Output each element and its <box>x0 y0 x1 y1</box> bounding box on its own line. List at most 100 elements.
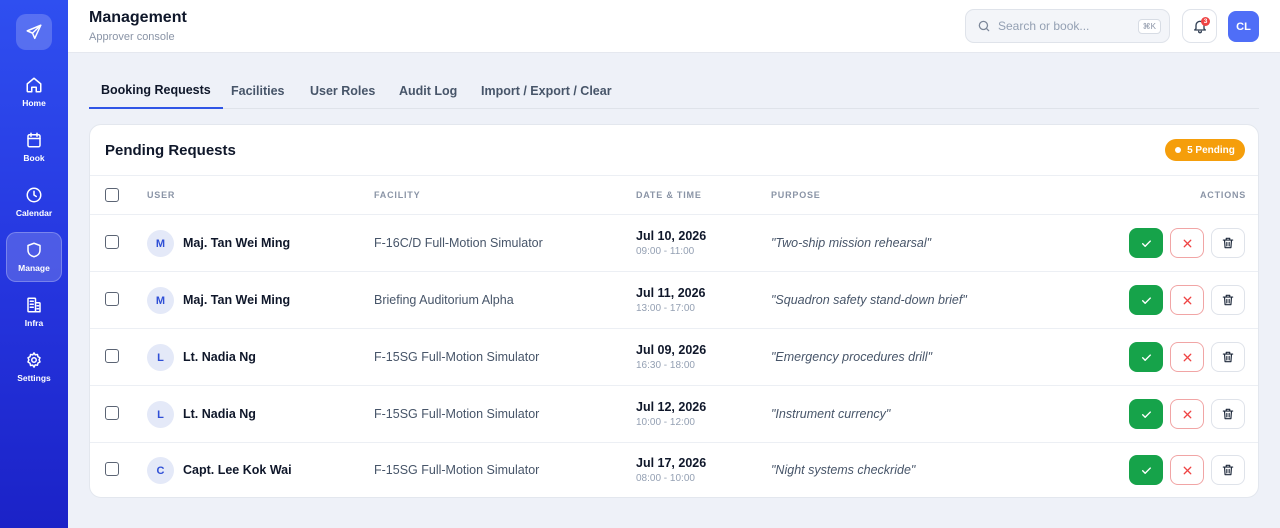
user-name: Lt. Nadia Ng <box>183 407 256 421</box>
delete-button[interactable] <box>1211 399 1245 429</box>
trash-icon <box>1222 351 1234 363</box>
pending-requests-card: Pending Requests 5 Pending USER FACILITY… <box>89 124 1259 498</box>
row-checkbox[interactable] <box>105 406 119 420</box>
delete-button[interactable] <box>1211 455 1245 485</box>
check-icon <box>1141 296 1151 304</box>
facility-name: F-16C/D Full-Motion Simulator <box>374 236 543 250</box>
table-header: USER FACILITY DATE & TIME PURPOSE ACTION… <box>90 175 1258 215</box>
column-header-datetime: DATE & TIME <box>636 190 702 200</box>
column-header-actions: ACTIONS <box>1200 190 1247 200</box>
user-name: Lt. Nadia Ng <box>183 350 256 364</box>
reject-button[interactable] <box>1170 399 1204 429</box>
avatar: M <box>147 287 174 314</box>
column-header-facility: FACILITY <box>374 190 421 200</box>
check-icon <box>1141 410 1151 418</box>
user-avatar-button[interactable]: CL <box>1228 11 1259 42</box>
search-icon <box>978 20 990 32</box>
close-icon <box>1183 353 1191 361</box>
approve-button[interactable] <box>1129 455 1163 485</box>
card-title: Pending Requests <box>105 142 236 159</box>
approve-button[interactable] <box>1129 228 1163 258</box>
approve-button[interactable] <box>1129 342 1163 372</box>
facility-name: Briefing Auditorium Alpha <box>374 293 514 307</box>
user-name: Capt. Lee Kok Wai <box>183 463 292 477</box>
sidebar-item-label: Manage <box>18 263 50 273</box>
booking-purpose: "Instrument currency" <box>771 407 891 421</box>
tab-user-roles[interactable]: User Roles <box>298 72 387 109</box>
reject-button[interactable] <box>1170 455 1204 485</box>
close-icon <box>1183 466 1191 474</box>
status-dot-icon <box>1175 147 1182 153</box>
close-icon <box>1183 410 1191 418</box>
row-checkbox[interactable] <box>105 462 119 476</box>
notification-count-badge: 3 <box>1201 17 1210 26</box>
gear-icon <box>27 352 41 368</box>
trash-icon <box>1222 294 1234 306</box>
row-checkbox[interactable] <box>105 235 119 249</box>
row-checkbox[interactable] <box>105 292 119 306</box>
reject-button[interactable] <box>1170 342 1204 372</box>
management-tabs: Booking Requests Facilities User Roles A… <box>89 72 1259 109</box>
sidebar-item-infra[interactable]: Infra <box>6 287 62 337</box>
sidebar-item-book[interactable]: Book <box>6 122 62 172</box>
delete-button[interactable] <box>1211 342 1245 372</box>
booking-purpose: "Two-ship mission rehearsal" <box>771 236 932 250</box>
column-header-user: USER <box>147 190 176 200</box>
page-subtitle: Approver console <box>89 31 175 43</box>
booking-date: Jul 17, 2026 <box>636 456 707 470</box>
avatar: L <box>147 344 174 371</box>
app-logo[interactable] <box>16 14 52 50</box>
sidebar-item-home[interactable]: Home <box>6 67 62 117</box>
avatar: C <box>147 457 174 484</box>
row-checkbox[interactable] <box>105 349 119 363</box>
table-row: M Maj. Tan Wei Ming F-16C/D Full-Motion … <box>90 215 1258 272</box>
sidebar-item-manage[interactable]: Manage <box>6 232 62 282</box>
sidebar-item-label: Calendar <box>15 208 53 218</box>
booking-date: Jul 10, 2026 <box>636 229 707 243</box>
select-all-checkbox[interactable] <box>105 188 119 202</box>
pending-count-label: 5 Pending <box>1187 144 1235 156</box>
reject-button[interactable] <box>1170 285 1204 315</box>
delete-button[interactable] <box>1211 228 1245 258</box>
table-row: L Lt. Nadia Ng F-15SG Full-Motion Simula… <box>90 386 1258 443</box>
booking-purpose: "Night systems checkride" <box>771 463 916 477</box>
booking-time: 10:00 - 12:00 <box>636 417 695 428</box>
search-bar[interactable]: ⌘K <box>965 9 1170 43</box>
reject-button[interactable] <box>1170 228 1204 258</box>
user-name: Maj. Tan Wei Ming <box>183 236 291 250</box>
facility-name: F-15SG Full-Motion Simulator <box>374 407 540 421</box>
tab-audit-log[interactable]: Audit Log <box>387 72 469 109</box>
tab-booking-requests[interactable]: Booking Requests <box>89 72 223 109</box>
tab-facilities[interactable]: Facilities <box>219 72 297 109</box>
tab-import-export-clear[interactable]: Import / Export / Clear <box>469 72 624 109</box>
sidebar-item-label: Home <box>22 98 46 108</box>
booking-purpose: "Squadron safety stand-down brief" <box>771 293 967 307</box>
sidebar-item-calendar[interactable]: Calendar <box>6 177 62 227</box>
approve-button[interactable] <box>1129 399 1163 429</box>
booking-time: 16:30 - 18:00 <box>636 360 695 371</box>
table-row: L Lt. Nadia Ng F-15SG Full-Motion Simula… <box>90 329 1258 386</box>
avatar: M <box>147 230 174 257</box>
notifications-button[interactable]: 3 <box>1182 9 1217 43</box>
booking-time: 13:00 - 17:00 <box>636 303 695 314</box>
page-title: Management <box>89 9 187 26</box>
sidebar-item-label: Book <box>23 153 45 163</box>
shield-icon <box>27 242 41 258</box>
delete-button[interactable] <box>1211 285 1245 315</box>
home-icon <box>26 77 42 93</box>
search-shortcut-hint: ⌘K <box>1137 18 1161 34</box>
user-name: Maj. Tan Wei Ming <box>183 293 291 307</box>
trash-icon <box>1222 237 1234 249</box>
approve-button[interactable] <box>1129 285 1163 315</box>
send-icon <box>26 24 42 40</box>
facility-name: F-15SG Full-Motion Simulator <box>374 350 540 364</box>
close-icon <box>1183 296 1191 304</box>
table-row: M Maj. Tan Wei Ming Briefing Auditorium … <box>90 272 1258 329</box>
sidebar: Home Book Calendar Manage Infra Settings <box>0 0 68 528</box>
table-row: C Capt. Lee Kok Wai F-15SG Full-Motion S… <box>90 443 1258 497</box>
search-input[interactable] <box>998 19 1138 33</box>
trash-icon <box>1222 408 1234 420</box>
sidebar-item-settings[interactable]: Settings <box>6 342 62 392</box>
booking-purpose: "Emergency procedures drill" <box>771 350 933 364</box>
calendar-book-icon <box>27 132 41 148</box>
